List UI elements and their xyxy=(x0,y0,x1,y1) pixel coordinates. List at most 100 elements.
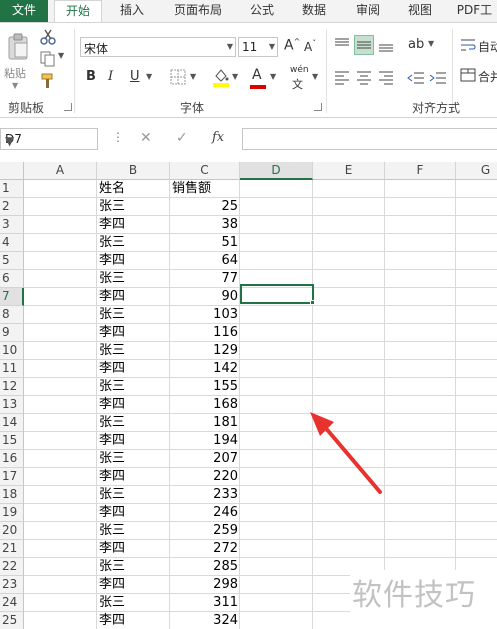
wrap-text-button[interactable]: 自动 xyxy=(478,38,497,55)
align-top-icon[interactable] xyxy=(332,35,352,55)
cell-b21[interactable]: 李四 xyxy=(97,540,170,558)
cancel-formula-button[interactable]: ✕ xyxy=(140,130,152,146)
row-header-3[interactable]: 3 xyxy=(0,216,24,234)
cell-b17[interactable]: 李四 xyxy=(97,468,170,486)
cell-b10[interactable]: 张三 xyxy=(97,342,170,360)
row-header-8[interactable]: 8 xyxy=(0,306,24,324)
fill-handle[interactable] xyxy=(310,300,315,305)
tab-page-layout[interactable]: 页面布局 xyxy=(160,0,236,22)
cell-c20[interactable]: 259 xyxy=(170,522,240,540)
row-header-10[interactable]: 10 xyxy=(0,342,24,360)
increase-font-size-icon[interactable]: A^ xyxy=(284,37,300,54)
cell-c9[interactable]: 116 xyxy=(170,324,240,342)
cell-b5[interactable]: 李四 xyxy=(97,252,170,270)
column-header-c[interactable]: C xyxy=(170,162,240,180)
phonetic-char-icon[interactable]: 文 xyxy=(292,76,303,92)
tab-file[interactable]: 文件 xyxy=(0,0,48,22)
cell-b18[interactable]: 张三 xyxy=(97,486,170,504)
cell-b11[interactable]: 李四 xyxy=(97,360,170,378)
cell-c4[interactable]: 51 xyxy=(170,234,240,252)
tab-home[interactable]: 开始 xyxy=(54,0,102,23)
cell-c17[interactable]: 220 xyxy=(170,468,240,486)
fill-color-icon[interactable] xyxy=(212,67,230,87)
cell-c8[interactable]: 103 xyxy=(170,306,240,324)
cell-b9[interactable]: 李四 xyxy=(97,324,170,342)
formula-input[interactable] xyxy=(242,128,497,150)
cell-c10[interactable]: 129 xyxy=(170,342,240,360)
chevron-down-icon[interactable]: ▼ xyxy=(190,72,196,81)
font-size-select[interactable]: 11 ▼ xyxy=(238,37,278,57)
tab-data[interactable]: 数据 xyxy=(292,0,336,22)
row-header-23[interactable]: 23 xyxy=(0,576,24,594)
align-middle-button[interactable] xyxy=(354,35,374,55)
underline-button[interactable]: U xyxy=(130,69,140,84)
cell-c25[interactable]: 324 xyxy=(170,612,240,629)
cell-b12[interactable]: 张三 xyxy=(97,378,170,396)
select-all-corner[interactable] xyxy=(0,162,24,180)
cell-c12[interactable]: 155 xyxy=(170,378,240,396)
chevron-down-icon[interactable]: ▼ xyxy=(146,72,152,81)
chevron-down-icon[interactable]: ▼ xyxy=(428,39,434,48)
cell-b3[interactable]: 李四 xyxy=(97,216,170,234)
align-bottom-icon[interactable] xyxy=(376,35,396,55)
column-header-e[interactable]: E xyxy=(313,162,385,180)
cell-c2[interactable]: 25 xyxy=(170,198,240,216)
tab-formulas[interactable]: 公式 xyxy=(240,0,284,22)
tab-view[interactable]: 视图 xyxy=(398,0,442,22)
tab-review[interactable]: 审阅 xyxy=(346,0,390,22)
borders-icon[interactable] xyxy=(170,69,186,85)
row-header-6[interactable]: 6 xyxy=(0,270,24,288)
row-header-2[interactable]: 2 xyxy=(0,198,24,216)
row-header-7[interactable]: 7 xyxy=(0,288,24,306)
cell-b16[interactable]: 张三 xyxy=(97,450,170,468)
row-header-16[interactable]: 16 xyxy=(0,450,24,468)
orientation-icon[interactable]: ab xyxy=(408,37,424,52)
cell-b25[interactable]: 李四 xyxy=(97,612,170,629)
tab-pdf-tools[interactable]: PDF工 xyxy=(452,0,497,22)
row-header-25[interactable]: 25 xyxy=(0,612,24,629)
name-box[interactable]: D7 ▼ xyxy=(0,128,98,150)
row-header-21[interactable]: 21 xyxy=(0,540,24,558)
cell-b20[interactable]: 张三 xyxy=(97,522,170,540)
cell-c16[interactable]: 207 xyxy=(170,450,240,468)
row-header-1[interactable]: 1 xyxy=(0,180,24,198)
cell-b19[interactable]: 李四 xyxy=(97,504,170,522)
cell-b24[interactable]: 张三 xyxy=(97,594,170,612)
cell-b7[interactable]: 李四 xyxy=(97,288,170,306)
cell-c3[interactable]: 38 xyxy=(170,216,240,234)
column-header-d[interactable]: D xyxy=(240,162,313,180)
cell-b14[interactable]: 张三 xyxy=(97,414,170,432)
chevron-down-icon[interactable]: ▼ xyxy=(270,72,276,81)
cell-c13[interactable]: 168 xyxy=(170,396,240,414)
row-header-4[interactable]: 4 xyxy=(0,234,24,252)
merge-center-button[interactable]: 合并 xyxy=(478,68,497,85)
cell-c21[interactable]: 272 xyxy=(170,540,240,558)
cell-b8[interactable]: 张三 xyxy=(97,306,170,324)
paste-icon[interactable] xyxy=(6,33,30,61)
row-header-14[interactable]: 14 xyxy=(0,414,24,432)
chevron-down-icon[interactable]: ▼ xyxy=(227,42,233,51)
cell-b6[interactable]: 张三 xyxy=(97,270,170,288)
font-color-icon[interactable]: A xyxy=(252,67,262,83)
bold-button[interactable]: B xyxy=(86,69,96,84)
row-header-24[interactable]: 24 xyxy=(0,594,24,612)
row-header-18[interactable]: 18 xyxy=(0,486,24,504)
row-header-13[interactable]: 13 xyxy=(0,396,24,414)
cell-b1[interactable]: 姓名 xyxy=(97,180,170,198)
row-header-22[interactable]: 22 xyxy=(0,558,24,576)
chevron-down-icon[interactable]: ▼ xyxy=(232,72,238,81)
cell-c6[interactable]: 77 xyxy=(170,270,240,288)
row-header-11[interactable]: 11 xyxy=(0,360,24,378)
cell-c1[interactable]: 销售额 xyxy=(170,180,240,198)
row-header-20[interactable]: 20 xyxy=(0,522,24,540)
row-header-19[interactable]: 19 xyxy=(0,504,24,522)
chevron-down-icon[interactable]: ▼ xyxy=(312,72,318,81)
column-header-a[interactable]: A xyxy=(24,162,97,180)
chevron-down-icon[interactable]: ▼ xyxy=(269,42,275,51)
cell-c19[interactable]: 246 xyxy=(170,504,240,522)
copy-icon[interactable] xyxy=(40,51,56,67)
cell-b4[interactable]: 张三 xyxy=(97,234,170,252)
cell-b13[interactable]: 李四 xyxy=(97,396,170,414)
dialog-launcher-icon[interactable] xyxy=(314,103,322,111)
cell-b23[interactable]: 李四 xyxy=(97,576,170,594)
